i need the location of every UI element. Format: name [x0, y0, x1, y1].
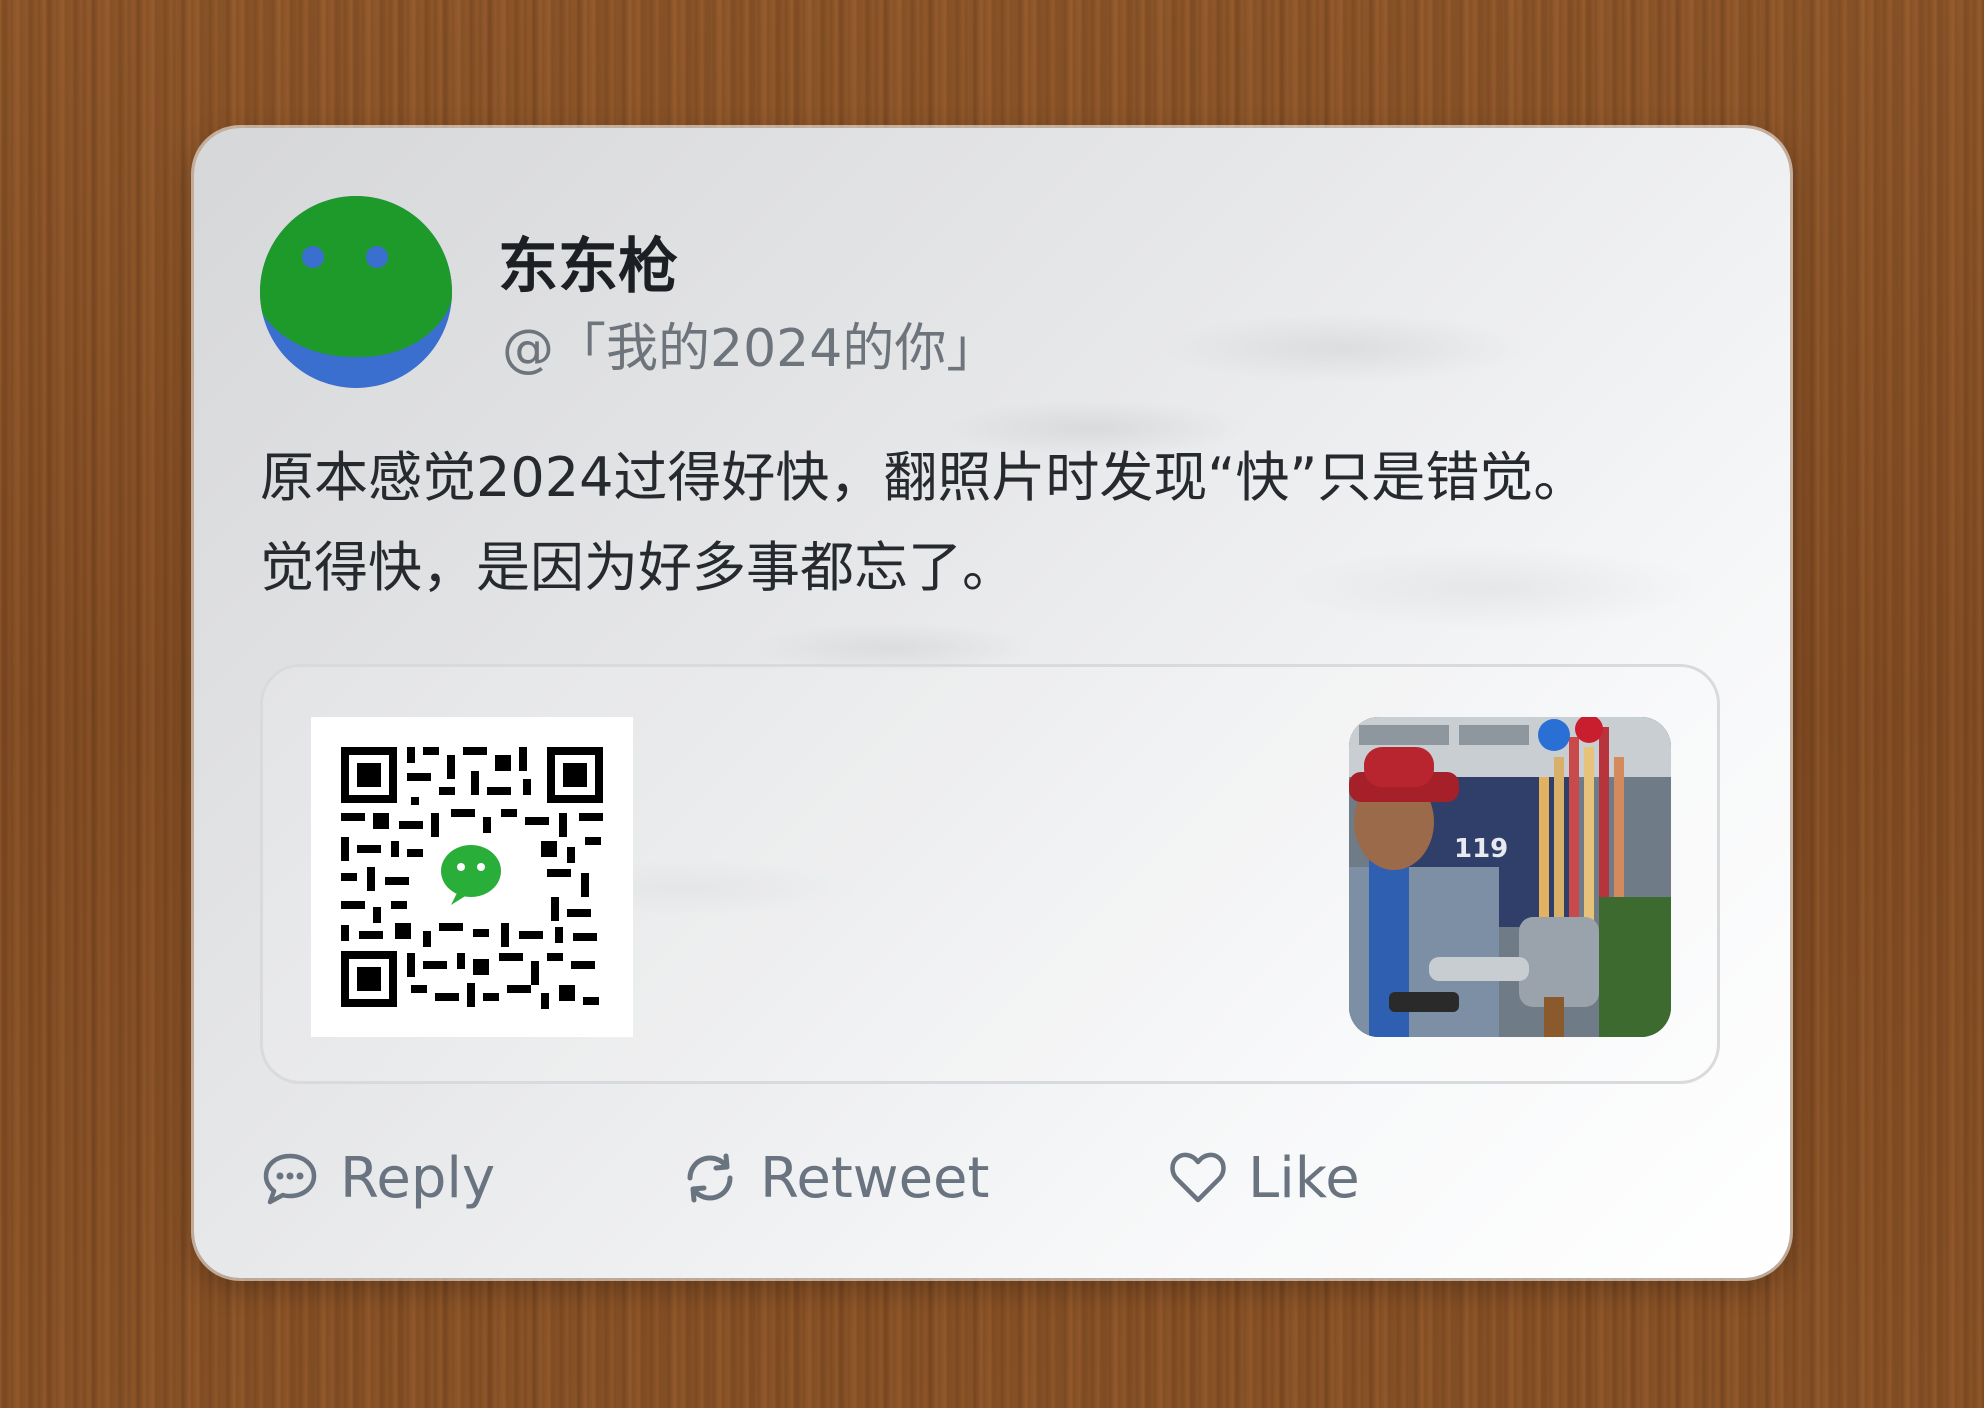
candy-vendor-photo[interactable]: 119 552	[1349, 717, 1671, 1037]
user-handle[interactable]: @「我的2024的你」	[502, 306, 998, 381]
like-button[interactable]: Like	[1168, 1138, 1360, 1218]
media-attachment[interactable]: 119 552	[260, 664, 1720, 1084]
post-line-2: 觉得快，是因为好多事都忘了。	[260, 536, 1016, 599]
like-label: Like	[1248, 1145, 1360, 1211]
action-bar: Reply Retweet Like	[260, 1138, 1720, 1218]
qr-code-image[interactable]	[311, 717, 633, 1037]
user-name[interactable]: 东东枪	[498, 218, 678, 305]
svg-text:119: 119	[1454, 834, 1508, 864]
reply-label: Reply	[340, 1145, 496, 1211]
retweet-button[interactable]: Retweet	[680, 1138, 989, 1218]
avatar[interactable]	[260, 196, 452, 388]
avatar-chat-bubble	[260, 196, 452, 357]
post-line-1: 原本感觉2024过得好快，翻照片时发现“快”只是错觉。	[260, 446, 1588, 509]
retweet-icon	[680, 1148, 740, 1208]
retweet-label: Retweet	[760, 1145, 990, 1211]
heart-icon	[1168, 1148, 1228, 1208]
post-text: 原本感觉2024过得好快，翻照片时发现“快”只是错觉。 觉得快，是因为好多事都忘…	[260, 433, 1740, 613]
reply-button[interactable]: Reply	[260, 1138, 495, 1218]
tweet-card: 东东枪 @「我的2024的你」 原本感觉2024过得好快，翻照片时发现“快”只是…	[194, 128, 1790, 1278]
reply-icon	[260, 1148, 320, 1208]
